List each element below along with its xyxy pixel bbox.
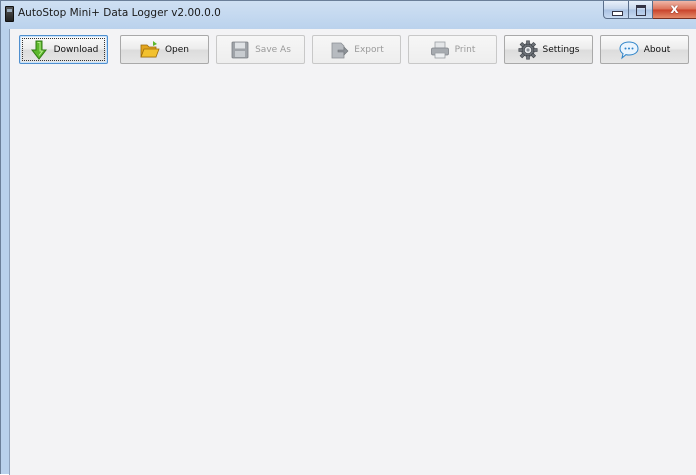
window-title: AutoStop Mini+ Data Logger v2.00.0.0 — [18, 7, 221, 19]
download-label: Download — [53, 44, 99, 55]
minimize-button[interactable] — [603, 1, 629, 19]
title-bar[interactable]: AutoStop Mini+ Data Logger v2.00.0.0 x — [1, 1, 696, 27]
save-as-button[interactable]: Save As — [216, 35, 305, 64]
about-label: About — [643, 44, 671, 55]
caption-buttons: x — [603, 1, 696, 21]
save-as-label: Save As — [255, 44, 291, 55]
folder-open-icon — [140, 40, 160, 57]
print-label: Print — [454, 44, 476, 55]
export-label: Export — [354, 44, 384, 55]
export-icon — [331, 42, 349, 58]
open-button[interactable]: Open — [120, 35, 209, 64]
about-button[interactable]: About — [600, 35, 689, 64]
download-button[interactable]: Download — [19, 35, 108, 64]
close-icon: x — [670, 2, 679, 17]
maximize-icon — [636, 5, 646, 16]
client-area: Download Open Save As Export Print Setti… — [9, 29, 696, 475]
maximize-button[interactable] — [629, 1, 653, 19]
close-button[interactable]: x — [653, 1, 696, 19]
minimize-icon — [612, 11, 623, 16]
open-label: Open — [164, 44, 190, 55]
speech-bubble-icon — [619, 40, 639, 59]
printer-icon — [430, 41, 449, 58]
app-window: AutoStop Mini+ Data Logger v2.00.0.0 x D… — [0, 0, 696, 475]
export-button[interactable]: Export — [312, 35, 401, 64]
print-button[interactable]: Print — [408, 35, 497, 64]
gear-icon — [518, 40, 538, 59]
app-logger-icon — [5, 6, 14, 22]
floppy-disk-icon — [231, 41, 249, 58]
settings-label: Settings — [542, 44, 580, 55]
settings-button[interactable]: Settings — [504, 35, 593, 64]
download-arrow-icon — [30, 40, 47, 60]
